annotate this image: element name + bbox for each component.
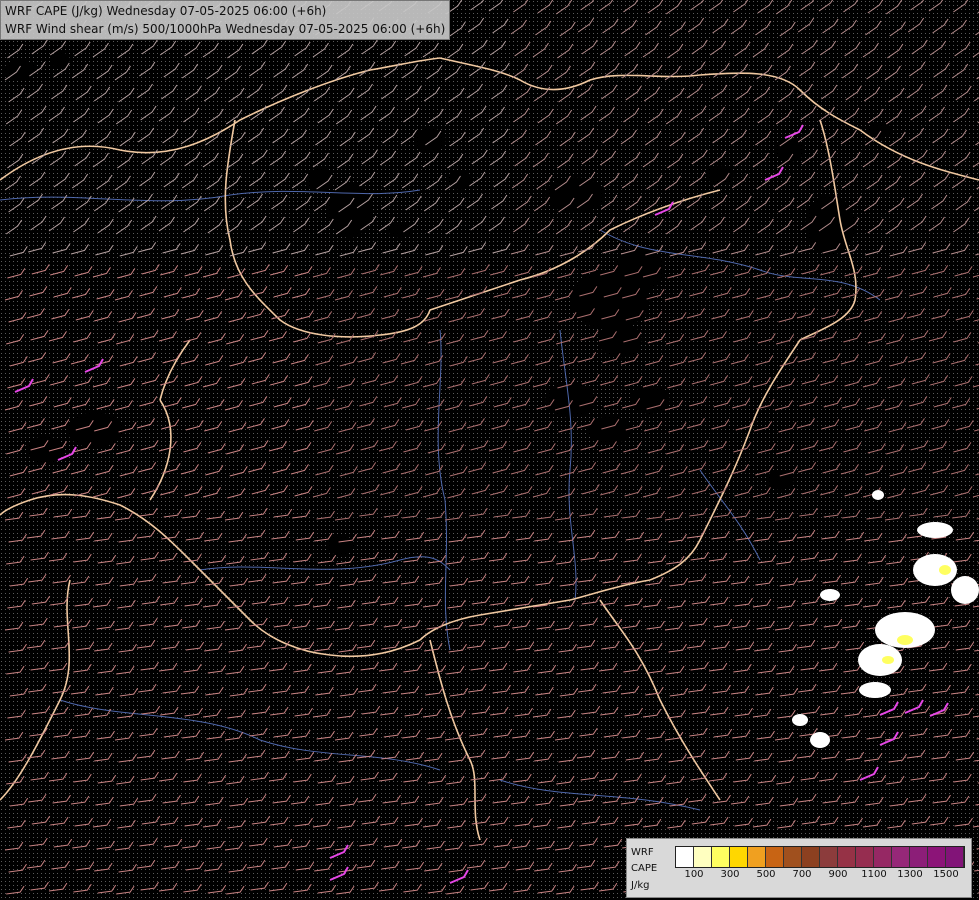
legend-swatch	[784, 847, 802, 867]
title-cape: WRF CAPE (J/kg) Wednesday 07-05-2025 06:…	[5, 4, 327, 18]
dark-patch	[326, 535, 354, 555]
cape-patch	[859, 682, 891, 698]
legend-swatch	[694, 847, 712, 867]
legend-swatch	[676, 847, 694, 867]
dark-patch	[388, 222, 412, 238]
cape-patch	[858, 644, 902, 676]
legend-tick-label: 300	[720, 869, 740, 880]
legend-swatch	[712, 847, 730, 867]
cape-patch	[951, 576, 979, 604]
legend-swatch	[748, 847, 766, 867]
legend-swatch	[910, 847, 928, 867]
cape-patch	[820, 589, 840, 601]
cape-patch-high	[897, 635, 913, 645]
map-title: WRF CAPE (J/kg) Wednesday 07-05-2025 06:…	[0, 0, 451, 40]
legend-swatch	[892, 847, 910, 867]
dark-patch	[328, 182, 372, 238]
legend-tick-label: 100	[684, 869, 704, 880]
legend-ticks: 100 300 500 700 900 1100 1300 1500	[675, 869, 975, 883]
dark-patch	[545, 177, 605, 213]
legend-swatch	[766, 847, 784, 867]
cape-patch	[792, 714, 808, 726]
legend-swatch	[928, 847, 946, 867]
dark-patch	[414, 128, 446, 152]
dark-patch	[306, 168, 334, 192]
legend-tick-label: 1500	[933, 869, 959, 880]
cape-patch	[872, 490, 884, 500]
cape-patch-high	[939, 565, 951, 575]
legend-swatch	[838, 847, 856, 867]
legend-label-line3: J/kg	[631, 880, 650, 891]
legend-tick-label: 900	[828, 869, 848, 880]
cape-legend: WRF CAPE J/kg 100 300 500 700 900 1100 1300 150…	[626, 838, 972, 898]
legend-swatch	[820, 847, 838, 867]
dark-patch	[448, 170, 472, 190]
legend-tick-label: 500	[756, 869, 776, 880]
legend-swatch	[730, 847, 748, 867]
cape-patch	[917, 522, 953, 538]
legend-tick-label: 1100	[861, 869, 887, 880]
dark-patch	[706, 165, 734, 185]
weather-map	[0, 0, 979, 900]
legend-swatch	[874, 847, 892, 867]
legend-label-line1: WRF	[631, 847, 654, 858]
dark-patch	[67, 412, 123, 448]
legend-color-scale	[675, 846, 965, 868]
cape-patch-high	[882, 656, 894, 664]
legend-tick-label: 700	[792, 869, 812, 880]
title-wind-shear: WRF Wind shear (m/s) 500/1000hPa Wednesd…	[5, 22, 446, 36]
legend-label-line2: CAPE	[631, 863, 658, 874]
cape-patch	[810, 732, 830, 748]
map-background	[0, 0, 979, 900]
legend-swatch	[856, 847, 874, 867]
legend-swatch	[946, 847, 964, 867]
legend-swatch	[802, 847, 820, 867]
legend-tick-label: 1300	[897, 869, 923, 880]
dark-patch	[868, 122, 892, 138]
dark-patch	[588, 416, 632, 444]
